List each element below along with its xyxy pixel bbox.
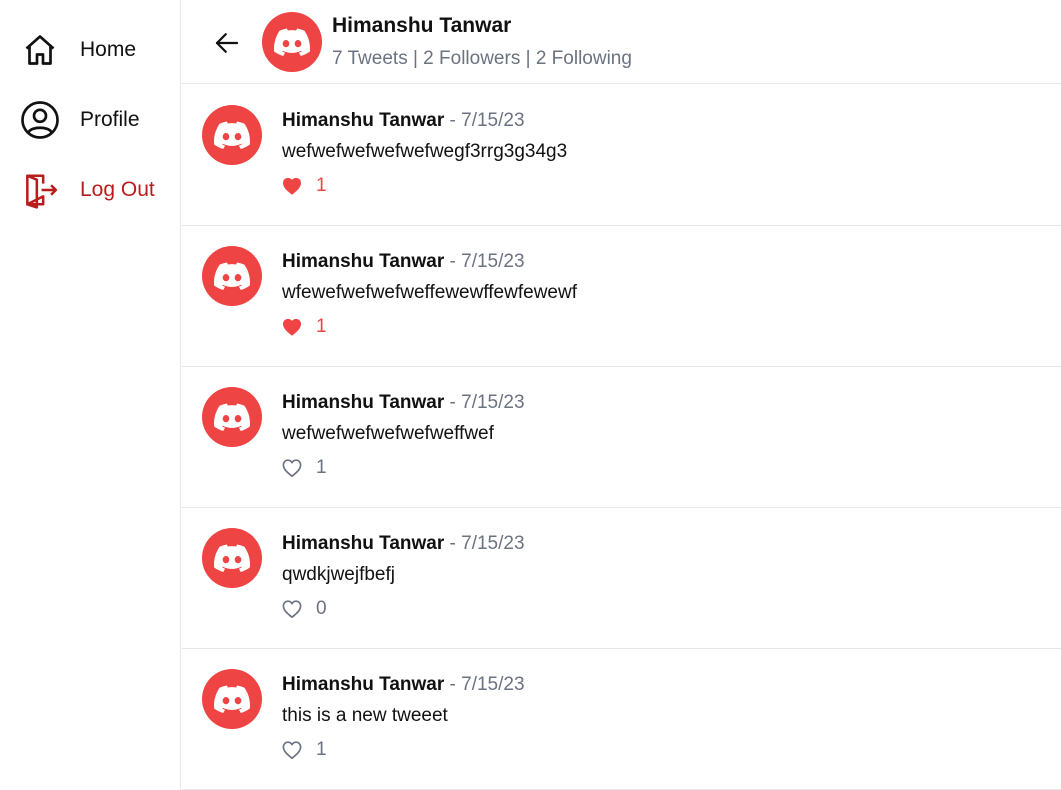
avatar[interactable] — [202, 105, 262, 165]
tweet-card: Himanshu Tanwar - 7/15/23 wefwefwefwefwe… — [182, 367, 1061, 508]
profile-name: Himanshu Tanwar — [332, 14, 512, 37]
discord-logo-icon — [214, 121, 250, 149]
heart-icon — [282, 600, 302, 618]
tweet-author[interactable]: Himanshu Tanwar — [282, 674, 444, 695]
discord-logo-icon — [214, 544, 250, 572]
profile-icon — [20, 100, 60, 140]
tweet-meta: Himanshu Tanwar - 7/15/23 — [282, 110, 525, 132]
tweet-text: wfewefwefwefweffewewffewfewewf — [282, 282, 577, 303]
tweet-text: wefwefwefwefwefweffwef — [282, 423, 494, 444]
discord-logo-icon — [274, 28, 310, 56]
tweet-card: Himanshu Tanwar - 7/15/23 wfewefwefwefwe… — [182, 226, 1061, 367]
sidebar: Home Profile Log Out — [0, 0, 181, 790]
tweet-author[interactable]: Himanshu Tanwar — [282, 533, 444, 554]
tweet-text: this is a new tweeet — [282, 705, 448, 726]
like-button[interactable]: 0 — [282, 598, 327, 620]
like-count: 1 — [316, 175, 327, 196]
heart-icon — [282, 177, 302, 195]
sidebar-item-logout[interactable]: Log Out — [20, 167, 155, 213]
like-count: 1 — [316, 739, 327, 760]
avatar[interactable] — [202, 246, 262, 306]
home-icon — [20, 30, 60, 70]
tweet-card: Himanshu Tanwar - 7/15/23 this is a new … — [182, 649, 1061, 790]
logout-icon — [20, 170, 60, 210]
tweet-date: - 7/15/23 — [449, 392, 525, 413]
tweet-card: Himanshu Tanwar - 7/15/23 qwdkjwejfbefj … — [182, 508, 1061, 649]
like-button[interactable]: 1 — [282, 457, 327, 479]
tweet-meta: Himanshu Tanwar - 7/15/23 — [282, 533, 525, 555]
tweet-card: Himanshu Tanwar - 7/15/23 wefwefwefwefwe… — [182, 85, 1061, 226]
tweet-meta: Himanshu Tanwar - 7/15/23 — [282, 251, 525, 273]
tweet-meta: Himanshu Tanwar - 7/15/23 — [282, 674, 525, 696]
heart-icon — [282, 318, 302, 336]
tweet-date: - 7/15/23 — [449, 110, 525, 131]
profile-stats: 7 Tweets | 2 Followers | 2 Following — [332, 48, 632, 69]
like-button[interactable]: 1 — [282, 316, 327, 338]
sidebar-item-label: Profile — [80, 108, 140, 131]
avatar[interactable] — [202, 528, 262, 588]
tweet-date: - 7/15/23 — [449, 674, 525, 695]
avatar[interactable] — [202, 387, 262, 447]
tweet-date: - 7/15/23 — [449, 251, 525, 272]
tweet-author[interactable]: Himanshu Tanwar — [282, 392, 444, 413]
discord-logo-icon — [214, 685, 250, 713]
like-count: 1 — [316, 316, 327, 337]
arrow-left-icon[interactable] — [212, 28, 242, 58]
heart-icon — [282, 459, 302, 477]
heart-icon — [282, 741, 302, 759]
main-feed: Himanshu Tanwar 7 Tweets | 2 Followers |… — [182, 0, 1061, 790]
tweet-author[interactable]: Himanshu Tanwar — [282, 110, 444, 131]
profile-header: Himanshu Tanwar 7 Tweets | 2 Followers |… — [182, 0, 1061, 84]
like-count: 1 — [316, 457, 327, 478]
sidebar-item-profile[interactable]: Profile — [20, 97, 140, 143]
like-button[interactable]: 1 — [282, 175, 327, 197]
avatar[interactable] — [202, 669, 262, 729]
discord-logo-icon — [214, 262, 250, 290]
sidebar-item-label: Log Out — [80, 178, 155, 201]
tweet-text: qwdkjwejfbefj — [282, 564, 395, 585]
sidebar-item-label: Home — [80, 38, 137, 61]
tweet-text: wefwefwefwefwefwegf3rrg3g34g3 — [282, 141, 568, 162]
tweet-author[interactable]: Himanshu Tanwar — [282, 251, 444, 272]
like-button[interactable]: 1 — [282, 739, 327, 761]
tweet-date: - 7/15/23 — [449, 533, 525, 554]
discord-logo-icon — [214, 403, 250, 431]
avatar[interactable] — [262, 12, 322, 72]
like-count: 0 — [316, 598, 327, 619]
sidebar-item-home[interactable]: Home — [20, 27, 136, 73]
tweet-meta: Himanshu Tanwar - 7/15/23 — [282, 392, 525, 414]
